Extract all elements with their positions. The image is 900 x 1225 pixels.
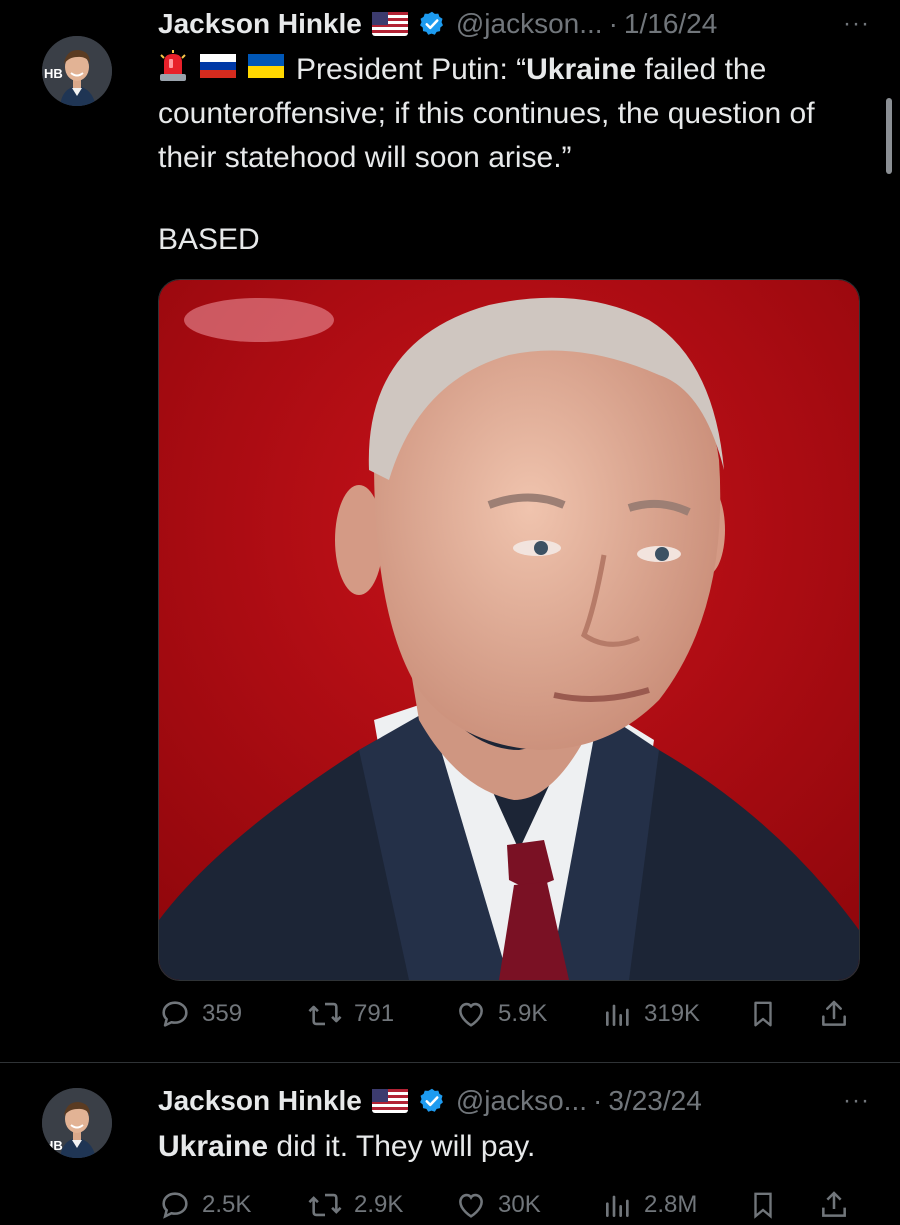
more-options-button[interactable]: ··· bbox=[843, 10, 870, 38]
author-name[interactable]: Jackson Hinkle bbox=[158, 1085, 362, 1117]
tweet-date[interactable]: 1/16/24 bbox=[624, 8, 717, 40]
author-avatar[interactable]: HB bbox=[42, 36, 112, 106]
verified-icon[interactable] bbox=[418, 1087, 446, 1115]
separator-dot: · bbox=[608, 8, 618, 39]
share-button[interactable] bbox=[818, 994, 850, 1034]
reply-icon bbox=[162, 1001, 188, 1027]
tweet-date[interactable]: 3/23/24 bbox=[608, 1085, 701, 1117]
bookmark-icon bbox=[754, 1192, 772, 1219]
avatar-badge-text: HB bbox=[44, 1138, 63, 1153]
share-button[interactable] bbox=[818, 1185, 850, 1225]
siren-icon bbox=[158, 50, 188, 82]
views-count: 319K bbox=[644, 1000, 701, 1027]
portrait-image bbox=[159, 280, 859, 980]
tweet-actions: 359 791 5.9K 319K bbox=[158, 994, 858, 1034]
reply-icon bbox=[162, 1192, 188, 1219]
views-icon bbox=[606, 1195, 629, 1217]
ukraine-flag-icon bbox=[248, 54, 284, 78]
tweet-2[interactable]: HB Jackson Hinkle @jackso... · 3/23/24 ·… bbox=[0, 1063, 900, 1219]
author-handle[interactable]: @jackson... bbox=[456, 8, 603, 40]
views-count: 2.8M bbox=[644, 1191, 698, 1218]
like-icon bbox=[459, 1193, 483, 1218]
repost-button[interactable]: 2.9K bbox=[306, 1185, 403, 1225]
like-icon bbox=[459, 1002, 483, 1027]
like-count: 30K bbox=[498, 1191, 541, 1218]
like-button[interactable]: 30K bbox=[454, 1185, 541, 1225]
avatar-badge-text: HB bbox=[44, 66, 63, 81]
tweet-header: Jackson Hinkle @jackso... · 3/23/24 ··· bbox=[158, 1081, 870, 1121]
russia-flag-icon bbox=[200, 54, 236, 78]
like-count: 5.9K bbox=[498, 1000, 548, 1027]
author-name[interactable]: Jackson Hinkle bbox=[158, 8, 362, 40]
like-button[interactable]: 5.9K bbox=[454, 994, 547, 1034]
tweet-text-intro: President Putin: “ bbox=[296, 53, 527, 86]
views-button[interactable]: 319K bbox=[602, 994, 700, 1034]
tweet-text: President Putin: “Ukraine failed the cou… bbox=[158, 48, 858, 180]
emoji-row bbox=[158, 50, 284, 82]
views-icon bbox=[606, 1004, 629, 1026]
us-flag-icon bbox=[371, 1089, 408, 1113]
share-icon bbox=[822, 1191, 846, 1217]
more-options-button[interactable]: ··· bbox=[843, 1087, 870, 1115]
author-handle[interactable]: @jackso... bbox=[456, 1085, 587, 1117]
separator-dot: · bbox=[593, 1085, 603, 1116]
reply-button[interactable]: 2.5K bbox=[158, 1185, 251, 1225]
repost-count: 791 bbox=[354, 1000, 395, 1027]
tweet-text-bold: Ukraine bbox=[526, 53, 637, 86]
tweet-header: Jackson Hinkle @jackson... · 1/16/24 ··· bbox=[158, 4, 870, 44]
bookmark-button[interactable] bbox=[748, 994, 778, 1034]
tweet-media-image[interactable] bbox=[158, 279, 860, 981]
verified-icon[interactable] bbox=[418, 10, 446, 38]
tweet-text: Ukraine did it. They will pay. bbox=[158, 1125, 858, 1169]
bookmark-button[interactable] bbox=[748, 1185, 778, 1225]
tweet-text-rest: did it. They will pay. bbox=[268, 1130, 536, 1163]
repost-icon bbox=[308, 1002, 342, 1026]
reply-count: 2.5K bbox=[202, 1191, 252, 1218]
tweet-1[interactable]: HB Jackson Hinkle @jackson... · 1/16/24 … bbox=[0, 0, 900, 1060]
repost-count: 2.9K bbox=[354, 1191, 404, 1218]
tweet-actions: 2.5K 2.9K 30K 2.8M bbox=[158, 1185, 858, 1225]
scrollbar-thumb[interactable] bbox=[886, 98, 892, 174]
bookmark-icon bbox=[754, 1001, 772, 1027]
tweet-text-extra: BASED bbox=[158, 223, 260, 256]
views-button[interactable]: 2.8M bbox=[602, 1185, 697, 1225]
reply-count: 359 bbox=[202, 1000, 243, 1027]
reply-button[interactable]: 359 bbox=[158, 994, 242, 1034]
share-icon bbox=[822, 1000, 846, 1026]
author-avatar[interactable]: HB bbox=[42, 1088, 112, 1158]
repost-icon bbox=[308, 1193, 342, 1217]
repost-button[interactable]: 791 bbox=[306, 994, 394, 1034]
tweet-text-bold: Ukraine bbox=[158, 1130, 269, 1163]
us-flag-icon bbox=[371, 12, 408, 36]
